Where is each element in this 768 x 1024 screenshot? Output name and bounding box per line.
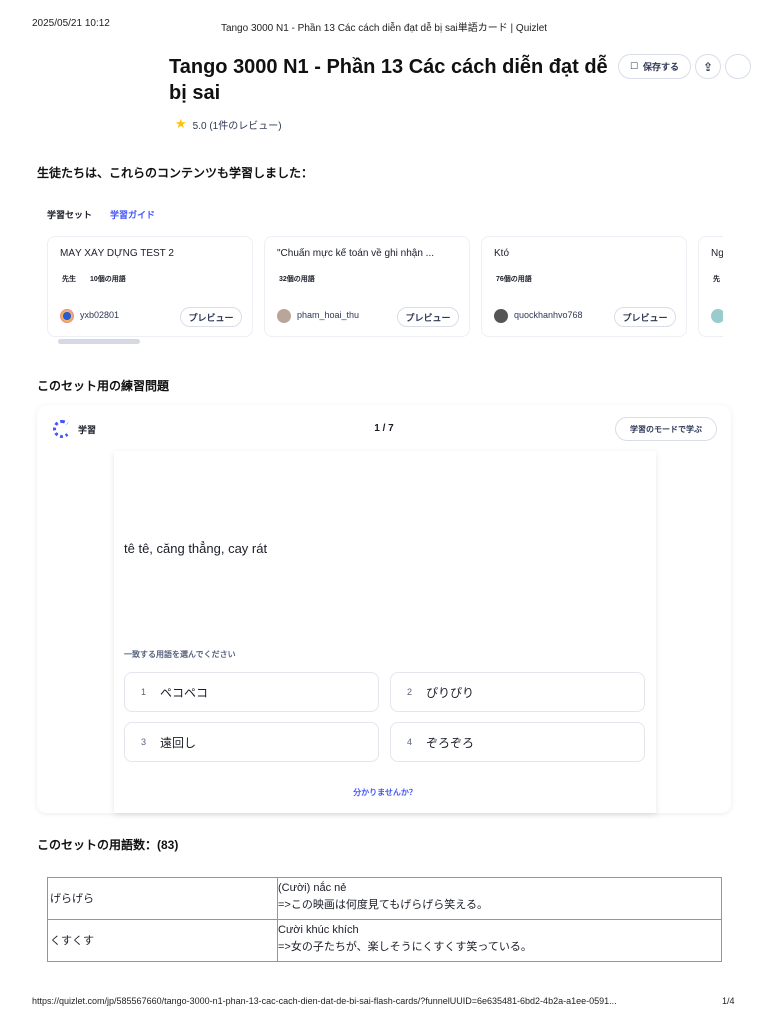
option-number: 3 — [141, 737, 147, 747]
example: =>この映画は何度見てもげらげら笑える。 — [278, 899, 488, 911]
tab-study-guides[interactable]: 学習ガイド — [110, 208, 155, 221]
option-text: ぞろぞろ — [426, 735, 475, 750]
table-row: げらげら (Cười) nắc nẻ =>この映画は何度見てもげらげら笑える。 — [47, 877, 722, 920]
avatar — [277, 309, 291, 323]
save-button[interactable]: ☐ 保存する — [618, 54, 691, 79]
set-card-partial[interactable]: Ng 先 — [698, 236, 723, 337]
set-title: "Chuẩn mực kế toán về ghi nhận ... — [277, 248, 435, 259]
option-number: 4 — [407, 737, 413, 747]
horizontal-scrollbar[interactable] — [58, 339, 140, 344]
teacher-badge: 先 — [713, 276, 720, 283]
terms-heading: このセットの用語数：(83) — [37, 838, 179, 852]
preview-button[interactable]: プレビュー — [180, 307, 242, 327]
username[interactable]: yxb02801 — [80, 310, 119, 320]
term-count: 10個の用語 — [90, 276, 126, 283]
terms-table: げらげら (Cười) nắc nẻ =>この映画は何度見てもげらげら笑える。 くす… — [47, 877, 722, 962]
star-icon: ★ — [175, 116, 187, 131]
print-page-number: 1/4 — [722, 996, 735, 1006]
avatar — [494, 309, 508, 323]
term: くすくす — [47, 919, 278, 962]
dont-know-link[interactable]: 分かりませんか？ — [114, 787, 656, 798]
username[interactable]: quockhanhvo768 — [514, 310, 583, 320]
tab-study-sets[interactable]: 学習セット — [47, 208, 92, 221]
share-button[interactable]: ⇪ — [695, 54, 721, 79]
preview-button[interactable]: プレビュー — [397, 307, 459, 327]
question-card: tê tê, căng thẳng, cay rát 一致する用語を選んでくださ… — [114, 451, 656, 813]
option-text: ペコペコ — [160, 685, 209, 700]
option-number: 1 — [141, 687, 147, 697]
set-title: Któ — [494, 248, 510, 259]
preview-button[interactable]: プレビュー — [614, 307, 676, 327]
share-icon: ⇪ — [702, 59, 714, 74]
also-studied-heading: 生徒たちは、これらのコンテンツも学習しました： — [37, 166, 314, 180]
table-row: くすくす Cười khúc khích =>女の子たちが、楽しそうにくすくす笑って… — [47, 919, 722, 962]
rating: ★ 5.0 (1件のレビュー) — [175, 116, 282, 132]
learn-mode-button[interactable]: 学習のモードで学ぶ — [615, 417, 717, 441]
definition: Cười khúc khích — [278, 924, 359, 936]
set-card[interactable]: "Chuẩn mực kế toán về ghi nhận ... 32個の用… — [264, 236, 470, 337]
option-number: 2 — [407, 687, 413, 697]
set-title: MÁY XÂY DỰNG TEST 2 — [60, 248, 174, 259]
answer-option-4[interactable]: 4 ぞろぞろ — [390, 722, 645, 762]
print-url: https://quizlet.com/jp/585567660/tango-3… — [32, 996, 617, 1006]
instruction: 一致する用語を選んでください — [124, 650, 236, 659]
answer-option-3[interactable]: 3 遠回し — [124, 722, 379, 762]
print-page-title: Tango 3000 N1 - Phần 13 Các cách diễn đạ… — [220, 23, 548, 34]
more-button[interactable] — [725, 54, 751, 79]
term-count: 76個の用語 — [496, 276, 532, 283]
username[interactable]: pham_hoai_thu — [297, 310, 359, 320]
set-title: Ng — [711, 248, 723, 259]
definition: (Cười) nắc nẻ — [278, 882, 347, 894]
answer-option-1[interactable]: 1 ペコペコ — [124, 672, 379, 712]
term: げらげら — [47, 877, 278, 920]
page-title: Tango 3000 N1 - Phần 13 Các cách diễn đạ… — [169, 56, 608, 104]
teacher-badge: 先生 — [62, 276, 76, 283]
option-text: ぴりぴり — [426, 685, 475, 700]
practice-heading: このセット用の練習問題 — [37, 379, 170, 393]
option-text: 遠回し — [160, 735, 197, 750]
example: =>女の子たちが、楽しそうにくすくす笑っている。 — [278, 941, 532, 953]
bookmark-icon: ☐ — [629, 61, 639, 71]
question-prompt: tê tê, căng thẳng, cay rát — [124, 541, 268, 556]
answer-option-2[interactable]: 2 ぴりぴり — [390, 672, 645, 712]
avatar — [711, 309, 723, 323]
set-card[interactable]: MÁY XÂY DỰNG TEST 2 先生 10個の用語 yxb02801 プレ… — [47, 236, 253, 337]
set-card[interactable]: Któ 76個の用語 quockhanhvo768 プレビュー — [481, 236, 687, 337]
term-count: 32個の用語 — [279, 276, 315, 283]
avatar — [60, 309, 74, 323]
